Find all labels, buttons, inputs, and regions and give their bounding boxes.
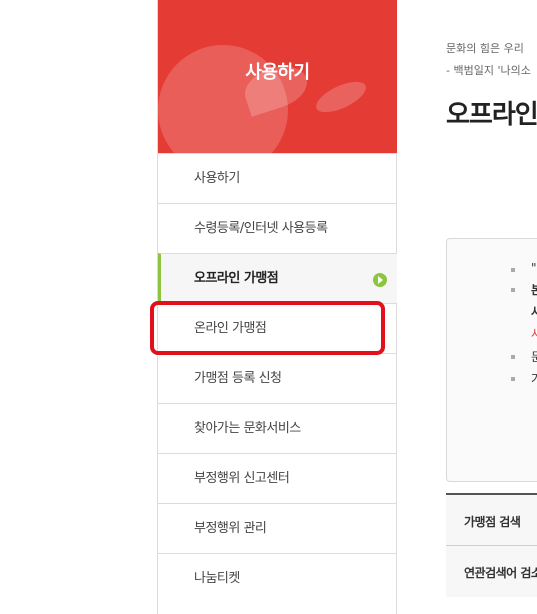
sidebar-item-online-store[interactable]: 온라인 가맹점 (158, 303, 397, 353)
sidebar-title: 사용하기 (245, 62, 310, 83)
sidebar-item-label: 부정행위 관리 (194, 521, 267, 536)
sidebar-item-label: 나눔티켓 (194, 571, 240, 586)
sidebar-item-use[interactable]: 사용하기 (158, 153, 397, 203)
search-row: 가맹점 검색 (446, 493, 537, 545)
sidebar-item-label: 사용하기 (194, 171, 240, 186)
sidebar-header: 사용하기 (158, 0, 397, 153)
notice-text: " (531, 261, 537, 275)
bullet (511, 377, 515, 381)
search-label: 연관검색어 검소 (464, 566, 537, 580)
search-row: 연관검색어 검소 (446, 545, 537, 597)
notice-text: 문 (531, 350, 537, 364)
sidebar-item-sharing-ticket[interactable]: 나눔티켓 (158, 553, 397, 603)
sidebar-item-offline-store[interactable]: 오프라인 가맹점 (158, 253, 397, 303)
bullet (511, 268, 515, 272)
notice-text: 사 (531, 327, 537, 341)
sidebar-item-registration[interactable]: 수령등록/인터넷 사용등록 (158, 203, 397, 253)
page-title: 오프라인 (446, 100, 537, 130)
sidebar-item-store-apply[interactable]: 가맹점 등록 신청 (158, 353, 397, 403)
sidebar-item-report-center[interactable]: 부정행위 신고센터 (158, 453, 397, 503)
sidebar-item-fraud-management[interactable]: 부정행위 관리 (158, 503, 397, 553)
bullet (511, 355, 515, 359)
search-table: 가맹점 검색 연관검색어 검소 (446, 493, 537, 597)
sidebar-item-label: 찾아가는 문화서비스 (194, 421, 301, 436)
notice-text: 본 (531, 283, 537, 297)
sidebar-item-label: 온라인 가맹점 (194, 321, 267, 336)
sidebar-item-culture-service[interactable]: 찾아가는 문화서비스 (158, 403, 397, 453)
quote-line: 문화의 힘은 우리 (446, 42, 524, 55)
notice-text: 사 (531, 305, 537, 319)
main-content: 문화의 힘은 우리 - 백범일지 '나의소 오프라인 " 본 사 사 문 가 가… (446, 0, 537, 614)
sidebar: 사용하기 사용하기 수령등록/인터넷 사용등록 오프라인 가맹점 온라인 가맹점… (157, 0, 397, 614)
sidebar-menu: 사용하기 수령등록/인터넷 사용등록 오프라인 가맹점 온라인 가맹점 가맹점 … (158, 153, 397, 603)
sidebar-item-label: 부정행위 신고센터 (194, 471, 290, 486)
sidebar-item-label: 가맹점 등록 신청 (194, 371, 282, 386)
search-label: 가맹점 검색 (464, 515, 521, 529)
notice-box: " 본 사 사 문 가 (446, 238, 537, 482)
arrow-right-icon (373, 273, 387, 287)
notice-text: 가 (531, 372, 537, 386)
quote-source: - 백범일지 '나의소 (446, 64, 531, 77)
sidebar-item-label: 수령등록/인터넷 사용등록 (194, 221, 328, 236)
sidebar-item-label: 오프라인 가맹점 (194, 271, 279, 286)
bullet (511, 288, 515, 292)
